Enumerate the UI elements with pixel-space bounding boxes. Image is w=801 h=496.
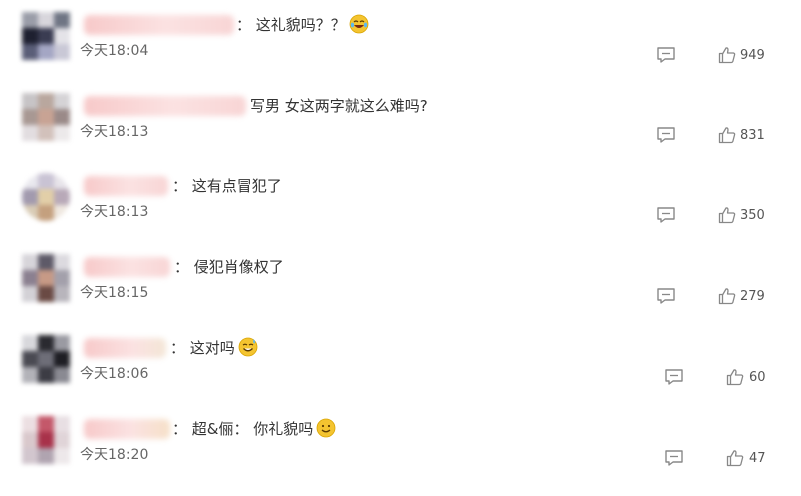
username[interactable] [84,15,234,35]
like-count: 831 [740,128,765,143]
thumbs-up-icon[interactable] [726,449,744,467]
thumbs-up-icon[interactable] [718,206,736,224]
thumbs-up-icon[interactable] [718,287,736,305]
comment-text: ： 这礼貌吗？？ [236,14,369,36]
reply-icon[interactable] [656,46,676,64]
avatar[interactable] [22,335,70,383]
like-count: 949 [740,48,765,63]
comment-time: 今天18:15 [80,285,149,301]
comment-item: ： 这有点冒犯了 今天18:13 350 [0,173,801,253]
reply-icon[interactable] [656,206,676,224]
like-count: 350 [740,208,765,223]
comment-item: ： 这礼貌吗？？ 今天18:04 949 [0,12,801,92]
avatar[interactable] [22,12,70,60]
comment-time: 今天18:20 [80,447,149,463]
comment-time: 今天18:04 [80,43,149,59]
avatar[interactable] [22,93,70,141]
reply-icon[interactable] [656,126,676,144]
username[interactable] [84,176,168,196]
comment-text: ： 超&俪： 你礼貌吗 [172,418,336,440]
like-count: 47 [749,451,766,466]
comment-text: ： 这对吗 [170,337,258,359]
username[interactable] [84,96,246,116]
comment-text: 写男 女这两字就这么难吗? [250,97,428,115]
reply-icon[interactable] [664,368,684,386]
smile-emoji-icon [316,418,336,438]
reply-icon[interactable] [664,449,684,467]
cry-laugh-emoji-icon [349,14,369,34]
username[interactable] [84,257,170,277]
comment-time: 今天18:13 [80,124,149,140]
comment-item: ： 侵犯肖像权了 今天18:15 279 [0,254,801,334]
avatar[interactable] [22,173,70,221]
sweat-smile-emoji-icon [238,337,258,357]
comment-time: 今天18:13 [80,204,149,220]
comment-item: 写男 女这两字就这么难吗? 今天18:13 831 [0,93,801,173]
username[interactable] [84,338,166,358]
comment-text: ： 这有点冒犯了 [172,177,282,195]
username[interactable] [84,419,170,439]
comment-item: ： 超&俪： 你礼貌吗 今天18:20 47 [0,416,801,496]
thumbs-up-icon[interactable] [726,368,744,386]
comment-text: ： 侵犯肖像权了 [174,258,284,276]
thumbs-up-icon[interactable] [718,46,736,64]
reply-icon[interactable] [656,287,676,305]
like-count: 60 [749,370,766,385]
comment-item: ： 这对吗 今天18:06 60 [0,335,801,415]
like-count: 279 [740,289,765,304]
avatar[interactable] [22,254,70,302]
avatar[interactable] [22,416,70,464]
thumbs-up-icon[interactable] [718,126,736,144]
comment-time: 今天18:06 [80,366,149,382]
